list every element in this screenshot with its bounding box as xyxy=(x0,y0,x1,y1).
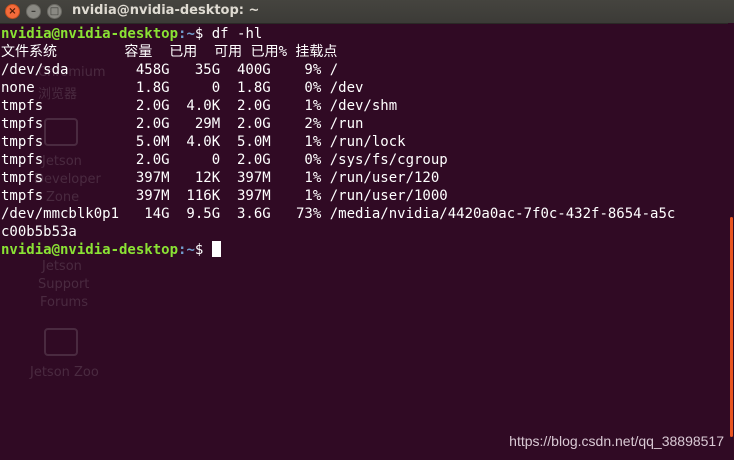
output-line: /dev/mmcblk0p1 14G 9.5G 3.6G 73% /media/… xyxy=(1,206,676,222)
terminal-window: × – □ nvidia@nvidia-desktop: ~ Chromium … xyxy=(0,0,734,460)
prompt-symbol: $ xyxy=(194,242,212,258)
ghost-nvidia-icon-2 xyxy=(44,328,78,356)
output-line: none 1.8G 0 1.8G 0% /dev xyxy=(1,80,364,96)
output-line: tmpfs 397M 12K 397M 1% /run/user/120 xyxy=(1,170,440,186)
ghost-label-support: Support xyxy=(38,277,90,292)
minimize-icon: – xyxy=(31,6,36,17)
title-bar[interactable]: × – □ nvidia@nvidia-desktop: ~ xyxy=(0,0,734,24)
scrollbar-thumb[interactable] xyxy=(730,217,733,437)
output-line: tmpfs 2.0G 4.0K 2.0G 1% /dev/shm xyxy=(1,98,398,114)
prompt-line[interactable]: nvidia@nvidia-desktop:~$ xyxy=(1,241,221,259)
maximize-button[interactable]: □ xyxy=(47,4,62,19)
command-line: nvidia@nvidia-desktop:~$ df -hl xyxy=(1,25,262,43)
ghost-label-forums: Forums xyxy=(40,295,88,310)
close-icon: × xyxy=(8,6,17,17)
output-header: 文件系统 容量 已用 可用 已用% 挂载点 xyxy=(1,44,338,60)
terminal-area[interactable]: Chromium 浏览器 Jetson Developer Zone Jetso… xyxy=(0,23,728,460)
output-line: tmpfs 397M 116K 397M 1% /run/user/1000 xyxy=(1,188,448,204)
close-button[interactable]: × xyxy=(5,4,20,19)
prompt-symbol: $ xyxy=(194,26,212,42)
text-cursor xyxy=(211,241,221,257)
prompt-path: :~ xyxy=(178,242,195,258)
window-title: nvidia@nvidia-desktop: ~ xyxy=(72,3,260,18)
output-line: tmpfs 2.0G 0 2.0G 0% /sys/fs/cgroup xyxy=(1,152,448,168)
ghost-label-jetson-zoo: Jetson Zoo xyxy=(30,365,99,380)
prompt-user-host: nvidia@nvidia-desktop xyxy=(1,26,179,42)
ghost-label-jetson-2: Jetson xyxy=(42,259,82,274)
output-line: tmpfs 5.0M 4.0K 5.0M 1% /run/lock xyxy=(1,134,406,150)
prompt-user-host: nvidia@nvidia-desktop xyxy=(1,242,179,258)
prompt-path: :~ xyxy=(178,26,195,42)
command-text: df -hl xyxy=(211,26,263,42)
output-line: tmpfs 2.0G 29M 2.0G 2% /run xyxy=(1,116,364,132)
minimize-button[interactable]: – xyxy=(26,4,41,19)
output-line-wrap: c00b5b53a xyxy=(1,224,77,240)
output-line: /dev/sda 458G 35G 400G 9% / xyxy=(1,62,339,78)
watermark: https://blog.csdn.net/qq_38898517 xyxy=(509,433,724,449)
maximize-icon: □ xyxy=(49,6,60,17)
